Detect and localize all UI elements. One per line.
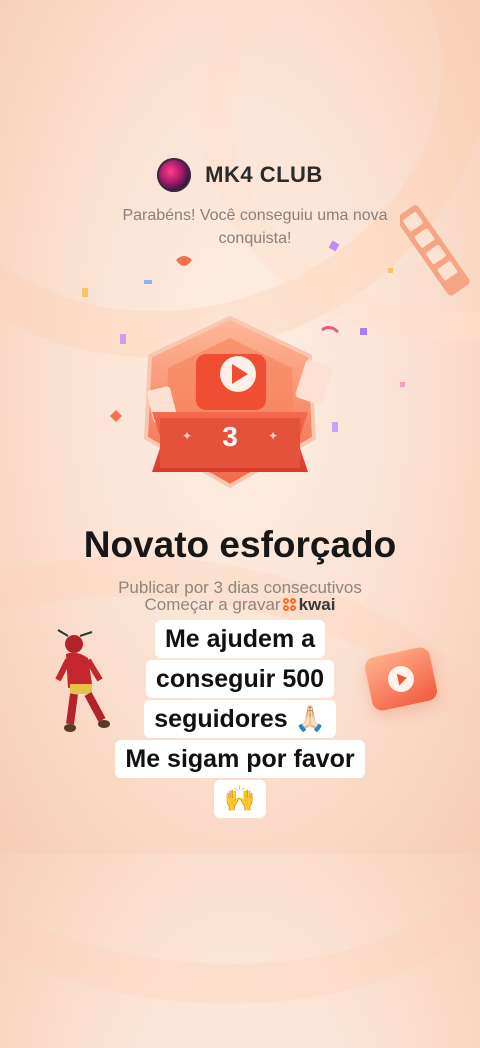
achievement-badge: ✦ ✦ 3 xyxy=(143,315,333,489)
club-name[interactable]: MK4 CLUB xyxy=(205,162,323,188)
record-link[interactable]: Começar a gravar kwai xyxy=(0,595,480,615)
club-avatar[interactable] xyxy=(157,158,192,192)
sticker-line: seguidores 🙏🏻 xyxy=(144,700,336,738)
sticker-line: 🙌 xyxy=(214,780,266,818)
video-play-icon xyxy=(196,354,266,410)
sticker-line: Me sigam por favor xyxy=(115,740,365,778)
kwai-brand: kwai xyxy=(298,595,336,614)
club-header: MK4 CLUB xyxy=(0,158,480,192)
svg-text:✦: ✦ xyxy=(268,429,278,443)
sticker-line: Me ajudem a xyxy=(154,620,326,658)
text-sticker-overlay: Me ajudem a conseguir 500 seguidores 🙏🏻 … xyxy=(0,620,480,820)
sticker-line: conseguir 500 xyxy=(145,660,335,698)
achievement-title: Novato esforçado xyxy=(83,524,397,565)
badge-level: 3 xyxy=(222,421,238,452)
kwai-icon xyxy=(282,598,297,612)
record-label[interactable]: Começar a gravar xyxy=(145,595,281,615)
svg-text:✦: ✦ xyxy=(182,429,192,443)
kwai-logo: kwai xyxy=(282,595,336,615)
